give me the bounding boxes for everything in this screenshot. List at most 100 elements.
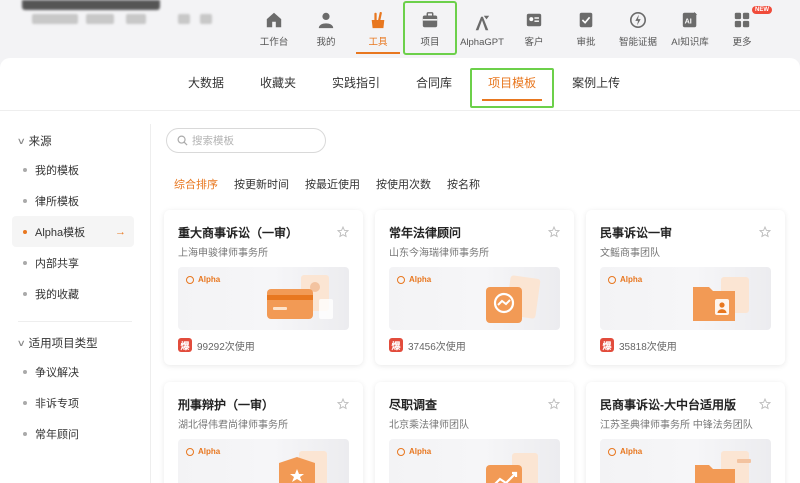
main-nav: 工作台 我的 工具 项目 AlphaGPT 客户 审批 智能证据 AI AI知识…	[248, 0, 772, 56]
template-grid: 重大商事诉讼（一审） 上海申骏律师事务所 Alpha 爆 99292次使用 常年法…	[164, 210, 794, 483]
tab-project-templates[interactable]: 项目模板	[470, 68, 555, 108]
nav-item-ai-knowledge[interactable]: AI AI知识库	[664, 2, 716, 54]
hot-badge: 爆	[600, 338, 614, 352]
ai-knowledge-icon: AI	[682, 11, 698, 28]
sidebar-divider	[150, 124, 151, 483]
card-thumbnail: Alpha	[600, 267, 771, 330]
hot-badge: 爆	[178, 338, 192, 352]
nav-label: 工具	[368, 37, 388, 48]
svg-text:AI: AI	[685, 17, 692, 26]
alphagpt-icon	[475, 15, 490, 31]
template-card[interactable]: 刑事辩护（一审） 湖北得伟君尚律师事务所 Alpha	[164, 382, 363, 483]
nav-label: 客户	[524, 37, 544, 48]
tab-favorites[interactable]: 收藏夹	[242, 68, 314, 108]
sidebar-item-retainer[interactable]: 常年顾问	[12, 418, 134, 449]
usage-count: 99292次使用	[197, 341, 255, 353]
home-icon	[266, 12, 282, 28]
tab-label: 项目模板	[488, 76, 537, 90]
nav-label: 工作台	[259, 37, 289, 48]
nav-item-alphagpt[interactable]: AlphaGPT	[456, 2, 508, 54]
star-icon[interactable]	[759, 398, 771, 410]
arrow-right-icon: →	[115, 225, 126, 238]
sidebar-item-alpha-templates[interactable]: Alpha模板 →	[12, 216, 134, 247]
brand-label: Alpha	[409, 447, 432, 456]
sidebar-item-non-litigation[interactable]: 非诉专项	[12, 387, 134, 418]
blurred-text	[126, 14, 146, 24]
chevron-down-icon: ∨	[16, 135, 26, 146]
more-grid-icon	[734, 12, 750, 28]
sort-comprehensive[interactable]: 综合排序	[174, 176, 218, 192]
star-icon[interactable]	[337, 226, 349, 238]
sort-by-name[interactable]: 按名称	[447, 176, 480, 192]
bullet-icon	[23, 167, 27, 172]
alpha-logo-icon	[397, 275, 405, 284]
alpha-logo-icon	[397, 447, 405, 456]
nav-item-tools[interactable]: 工具	[352, 2, 404, 54]
user-icon	[318, 12, 334, 29]
card-thumbnail: Alpha	[178, 439, 349, 483]
star-icon[interactable]	[759, 226, 771, 238]
sidebar-item-label: 我的模板	[35, 164, 79, 177]
blurred-text	[86, 14, 114, 24]
star-icon[interactable]	[337, 398, 349, 410]
usage-row: 爆 99292次使用	[178, 330, 349, 360]
sidebar-section-source[interactable]: ∨ 来源	[0, 128, 150, 154]
blurred-text	[200, 14, 212, 24]
sub-tabs: 大数据 收藏夹 实践指引 合同库 项目模板 案例上传	[170, 68, 638, 108]
search-input[interactable]	[192, 134, 312, 147]
tab-big-data[interactable]: 大数据	[170, 68, 242, 108]
star-icon[interactable]	[548, 398, 560, 410]
brand-label: Alpha	[198, 275, 221, 284]
blurred-text	[32, 14, 78, 24]
nav-item-project[interactable]: 项目	[403, 1, 457, 55]
alpha-brand: Alpha	[186, 275, 220, 284]
bullet-icon	[23, 198, 27, 203]
nav-label: AI知识库	[671, 37, 709, 48]
tab-case-upload[interactable]: 案例上传	[554, 68, 638, 108]
bullet-icon	[23, 260, 27, 265]
usage-count: 37456次使用	[408, 341, 466, 353]
nav-item-clients[interactable]: 客户	[508, 2, 560, 54]
tools-icon	[371, 11, 385, 29]
sort-by-update-time[interactable]: 按更新时间	[234, 176, 289, 192]
sidebar-item-label: 律所模板	[35, 195, 79, 208]
usage-row: 爆 35818次使用	[600, 330, 771, 360]
nav-item-evidence[interactable]: 智能证据	[612, 2, 664, 54]
card-title: 民商事诉讼-大中台适用版	[600, 398, 736, 412]
sort-by-recent-use[interactable]: 按最近使用	[305, 176, 360, 192]
template-card[interactable]: 重大商事诉讼（一审） 上海申骏律师事务所 Alpha 爆 99292次使用	[164, 210, 363, 365]
template-card[interactable]: 尽职调查 北京乘法律师团队 Alpha	[375, 382, 574, 483]
search-box[interactable]	[166, 128, 326, 153]
sort-by-use-count[interactable]: 按使用次数	[376, 176, 431, 192]
alpha-brand: Alpha	[608, 447, 642, 456]
template-card[interactable]: 民商事诉讼-大中台适用版 江苏圣典律师事务所 中锋法务团队 Alpha	[586, 382, 785, 483]
sidebar-item-firm-templates[interactable]: 律所模板	[12, 185, 134, 216]
nav-item-approval[interactable]: 审批	[560, 2, 612, 54]
bullet-icon	[23, 400, 27, 405]
card-title: 民事诉讼一审	[600, 226, 673, 240]
card-title: 常年法律顾问	[389, 226, 462, 240]
sidebar-item-my-templates[interactable]: 我的模板	[12, 154, 134, 185]
shield-star-illustration	[279, 451, 327, 483]
sidebar: ∨ 来源 我的模板 律所模板 Alpha模板 → 内部共享 我的收藏 ∨ 适用项目类型…	[0, 128, 150, 449]
section-title: 适用项目类型	[28, 338, 98, 350]
sidebar-item-dispute[interactable]: 争议解决	[12, 356, 134, 387]
nav-item-more[interactable]: NEW 更多	[716, 2, 772, 54]
template-card[interactable]: 民事诉讼一审 文鳐商事团队 Alpha 爆 35818次使用	[586, 210, 785, 365]
nav-item-mine[interactable]: 我的	[300, 2, 352, 54]
template-card[interactable]: 常年法律顾问 山东今海瑞律师事务所 Alpha 爆 37456次使用	[375, 210, 574, 365]
chart-document-illustration	[486, 453, 538, 483]
tab-practice-guide[interactable]: 实践指引	[314, 68, 398, 108]
sidebar-section-project-type[interactable]: ∨ 适用项目类型	[0, 330, 150, 356]
section-title: 来源	[28, 136, 52, 148]
tab-contract-library[interactable]: 合同库	[398, 68, 470, 108]
sidebar-item-my-favorites[interactable]: 我的收藏	[12, 278, 134, 309]
handshake-document-illustration	[486, 275, 541, 323]
bullet-icon	[23, 369, 27, 374]
sidebar-item-internal-share[interactable]: 内部共享	[12, 247, 134, 278]
top-bar: 工作台 我的 工具 项目 AlphaGPT 客户 审批 智能证据 AI AI知识…	[0, 0, 800, 58]
nav-item-workbench[interactable]: 工作台	[248, 2, 300, 54]
sidebar-item-label: 争议解决	[35, 366, 79, 379]
star-icon[interactable]	[548, 226, 560, 238]
hot-badge: 爆	[389, 338, 403, 352]
